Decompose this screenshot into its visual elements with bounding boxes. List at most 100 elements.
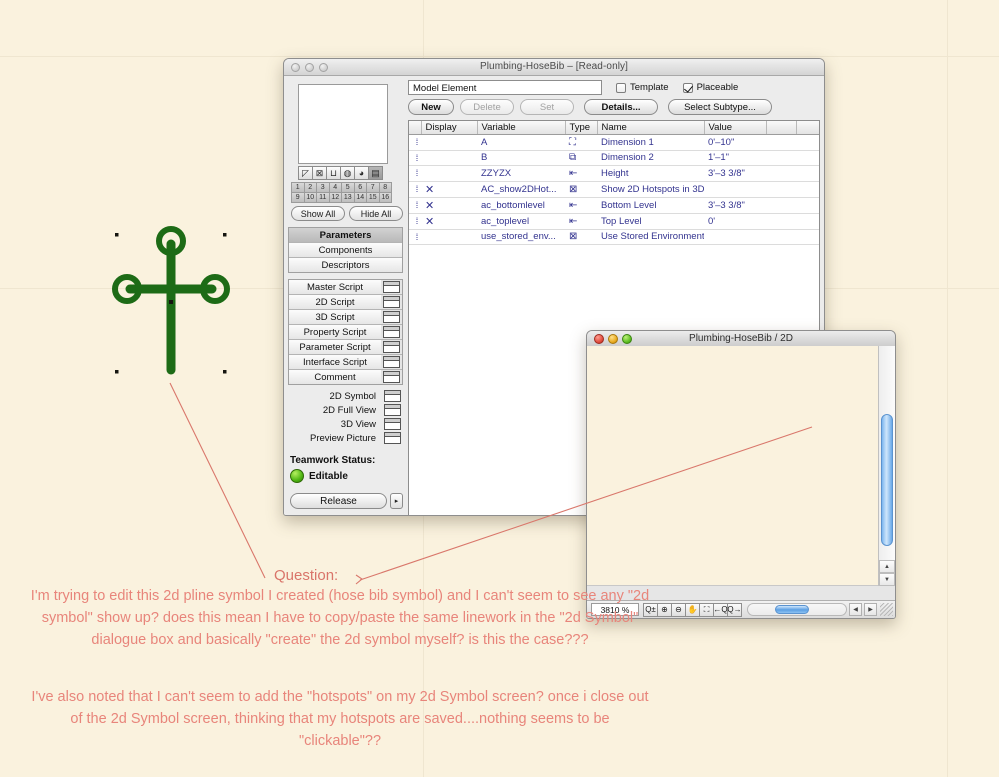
release-menu-arrow-icon[interactable]: ▸ xyxy=(390,493,403,509)
row-type-icon[interactable]: ⇤ xyxy=(565,165,597,182)
table-row[interactable]: ⁞ B ⧉ Dimension 2 1'–1" xyxy=(409,150,819,166)
layer-cell-16[interactable]: 16 xyxy=(378,192,392,203)
template-checkbox-box[interactable] xyxy=(616,82,626,93)
script-row-master[interactable]: Master Script xyxy=(289,280,402,295)
row-type-icon[interactable]: ⇤ xyxy=(565,213,597,230)
col-extra-2[interactable] xyxy=(796,121,819,135)
row-handle[interactable]: ⁞ xyxy=(409,213,421,230)
layer-cell-12[interactable]: 12 xyxy=(328,192,342,203)
open-window-icon[interactable] xyxy=(383,311,400,323)
row-value[interactable]: 3'–3 3/8" xyxy=(704,197,766,214)
script-row-2d[interactable]: 2D Script xyxy=(289,295,402,310)
row-handle[interactable]: ⁞ xyxy=(409,134,421,151)
open-window-icon[interactable] xyxy=(383,371,400,383)
col-handle[interactable] xyxy=(409,121,422,135)
horizontal-scrollbar-thumb[interactable] xyxy=(775,605,809,614)
row-type-icon[interactable]: ⧉ xyxy=(565,150,597,166)
table-row[interactable]: ⁞ ✕ ac_toplevel ⇤ Top Level 0' xyxy=(409,213,819,230)
scroll-up-arrow-icon[interactable]: ▲ xyxy=(879,560,895,573)
script-row-interface[interactable]: Interface Script xyxy=(289,355,402,370)
open-window-icon[interactable] xyxy=(383,296,400,308)
vertical-scrollbar-thumb[interactable] xyxy=(881,414,893,546)
col-variable[interactable]: Variable xyxy=(477,121,566,135)
open-window-icon[interactable] xyxy=(384,404,401,416)
2d-symbol-window[interactable]: Plumbing-HoseBib / 2D ▲ ▼ 3810 % Q± ⊕ ⊖ … xyxy=(586,330,896,619)
zoom-next-icon[interactable]: Q→ xyxy=(727,602,742,617)
details-button[interactable]: Details... xyxy=(584,99,658,115)
layer-cell-10[interactable]: 10 xyxy=(303,192,317,203)
script-row-property[interactable]: Property Script xyxy=(289,325,402,340)
table-row[interactable]: ⁞ ✕ AC_show2DHot... ⊠ Show 2D Hotspots i… xyxy=(409,181,819,198)
row-value[interactable]: 3'–3 3/8" xyxy=(704,165,766,182)
pan-hand-icon[interactable]: ✋ xyxy=(685,602,700,617)
template-checkbox[interactable]: Template xyxy=(616,82,669,93)
tab-components[interactable]: Components xyxy=(289,243,402,258)
row-display[interactable] xyxy=(421,150,477,166)
row-display[interactable]: ✕ xyxy=(421,181,477,198)
row-handle[interactable]: ⁞ xyxy=(409,165,421,182)
layer-cell-15[interactable]: 15 xyxy=(366,192,380,203)
view-row-3d-view[interactable]: 3D View xyxy=(288,417,403,431)
row-handle[interactable]: ⁞ xyxy=(409,150,421,166)
icon-section[interactable]: ⊠ xyxy=(312,166,327,180)
main-window-titlebar[interactable]: Plumbing-HoseBib – [Read-only] xyxy=(284,59,824,76)
row-display[interactable]: ✕ xyxy=(421,197,477,214)
row-value[interactable] xyxy=(704,181,766,198)
zoom-previous-icon[interactable]: ←Q xyxy=(713,602,728,617)
row-handle[interactable]: ⁞ xyxy=(409,181,421,198)
icon-render[interactable]: ◕ xyxy=(354,166,369,180)
open-window-icon[interactable] xyxy=(383,341,400,353)
subtype-field[interactable]: Model Element xyxy=(408,80,602,95)
row-handle[interactable]: ⁞ xyxy=(409,229,421,245)
script-row-3d[interactable]: 3D Script xyxy=(289,310,402,325)
placeable-checkbox-box[interactable] xyxy=(682,82,693,93)
row-value[interactable]: 0' xyxy=(704,213,766,230)
row-value[interactable]: 0'–10" xyxy=(704,134,766,151)
hide-all-button[interactable]: Hide All xyxy=(349,206,403,221)
resize-grip-icon[interactable] xyxy=(880,603,893,616)
release-button[interactable]: Release xyxy=(290,493,387,509)
row-value[interactable]: 1'–1" xyxy=(704,150,766,166)
scroll-left-arrow-icon[interactable]: ◀ xyxy=(849,603,862,616)
col-extra-1[interactable] xyxy=(766,121,797,135)
view-row-2d-full-view[interactable]: 2D Full View xyxy=(288,403,403,417)
row-type-icon[interactable]: ⛶ xyxy=(565,134,597,151)
open-window-icon[interactable] xyxy=(384,418,401,430)
layer-cell-14[interactable]: 14 xyxy=(353,192,367,203)
icon-list[interactable]: ▤ xyxy=(368,166,383,180)
row-type-icon[interactable]: ⇤ xyxy=(565,197,597,214)
table-row[interactable]: ⁞ use_stored_env... ⊠ Use Stored Environ… xyxy=(409,229,819,245)
row-type-icon[interactable]: ⊠ xyxy=(565,229,597,245)
zoom-out-icon[interactable]: ⊖ xyxy=(671,602,686,617)
col-type[interactable]: Type xyxy=(565,121,598,135)
placeable-checkbox[interactable]: Placeable xyxy=(682,82,738,93)
open-window-icon[interactable] xyxy=(383,326,400,338)
vertical-scrollbar[interactable] xyxy=(878,346,895,586)
table-row[interactable]: ⁞ A ⛶ Dimension 1 0'–10" xyxy=(409,134,819,151)
show-all-button[interactable]: Show All xyxy=(291,206,345,221)
icon-floor-plan[interactable]: ◸ xyxy=(298,166,313,180)
2d-window-titlebar[interactable]: Plumbing-HoseBib / 2D xyxy=(587,331,895,347)
icon-3d-view[interactable]: ◍ xyxy=(340,166,355,180)
row-display[interactable] xyxy=(421,229,477,245)
zoom-in-icon[interactable]: ⊕ xyxy=(657,602,672,617)
layer-cell-13[interactable]: 13 xyxy=(341,192,355,203)
table-row[interactable]: ⁞ ZZYZX ⇤ Height 3'–3 3/8" xyxy=(409,165,819,182)
col-name[interactable]: Name xyxy=(597,121,705,135)
new-button[interactable]: New xyxy=(408,99,454,115)
fit-in-window-icon[interactable]: ⛶ xyxy=(699,602,714,617)
horizontal-scrollbar[interactable] xyxy=(747,603,847,616)
row-value[interactable] xyxy=(704,229,766,245)
table-row[interactable]: ⁞ ✕ ac_bottomlevel ⇤ Bottom Level 3'–3 3… xyxy=(409,197,819,214)
open-window-icon[interactable] xyxy=(383,356,400,368)
select-subtype-button[interactable]: Select Subtype... xyxy=(668,99,772,115)
view-row-2d-symbol[interactable]: 2D Symbol xyxy=(288,389,403,403)
script-row-comment[interactable]: Comment xyxy=(289,370,402,384)
open-window-icon[interactable] xyxy=(383,281,400,293)
scroll-right-arrow-icon[interactable]: ▶ xyxy=(864,603,877,616)
row-display[interactable] xyxy=(421,134,477,151)
icon-elevation[interactable]: ⊔ xyxy=(326,166,341,180)
open-window-icon[interactable] xyxy=(384,432,401,444)
row-handle[interactable]: ⁞ xyxy=(409,197,421,214)
tab-descriptors[interactable]: Descriptors xyxy=(289,258,402,272)
